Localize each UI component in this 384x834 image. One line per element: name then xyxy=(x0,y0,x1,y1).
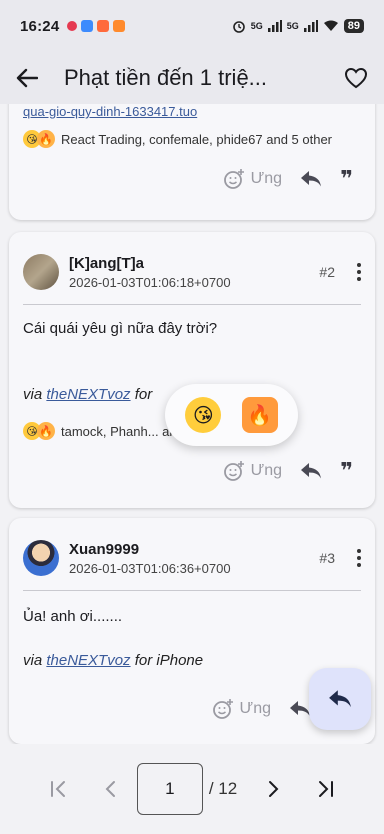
post-card: qua-gio-quy-dinh-1633417.tuo 😘 🔥 React T… xyxy=(9,104,375,220)
app-notification-icon xyxy=(113,20,126,32)
first-page-icon[interactable] xyxy=(33,763,85,815)
username[interactable]: Xuan9999 xyxy=(69,541,231,558)
wifi-icon xyxy=(323,20,338,31)
fire-emoji-icon: 🔥 xyxy=(37,422,55,440)
reactors-text: React Trading, confemale, phide67 and 5 … xyxy=(61,131,333,147)
battery-level: 89 xyxy=(343,19,364,33)
page-number-input[interactable] xyxy=(136,763,203,815)
reply-icon[interactable] xyxy=(289,700,311,718)
last-page-icon[interactable] xyxy=(299,763,351,815)
pagination-bar: / 12 xyxy=(0,744,384,834)
signal-icon xyxy=(267,20,282,32)
username[interactable]: [K]ang[T]a xyxy=(69,255,231,272)
network-5g-label: 5G xyxy=(286,21,299,31)
post-number[interactable]: #3 xyxy=(319,550,335,566)
reply-icon[interactable] xyxy=(300,170,322,188)
reaction-icons: 😘 🔥 xyxy=(23,422,55,440)
app-notification-icon xyxy=(81,20,94,32)
thread-title: Phạt tiền đến 1 triệ... xyxy=(64,65,268,90)
signal-icon xyxy=(303,20,318,32)
previous-page-icon[interactable] xyxy=(85,763,137,815)
status-bar: 16:24 5G 5G 89 xyxy=(0,0,384,52)
post-header: [K]ang[T]a 2026-01-03T01:06:18+0700 #2 xyxy=(23,252,361,292)
via-prefix: via xyxy=(23,652,43,669)
reaction-picker: 😘 🔥 xyxy=(165,384,298,446)
via-app-link[interactable]: theNEXTvoz xyxy=(46,652,130,669)
avatar[interactable] xyxy=(23,254,59,290)
reaction-summary[interactable]: 😘 🔥 React Trading, confemale, phide67 an… xyxy=(23,130,361,148)
via-suffix: for xyxy=(134,386,153,403)
via-signature: via theNEXTvoz for iPhone xyxy=(23,652,203,669)
fire-emoji-icon[interactable]: 🔥 xyxy=(241,397,278,433)
via-app-link[interactable]: theNEXTvoz xyxy=(46,386,130,403)
back-arrow-icon[interactable] xyxy=(16,68,38,88)
via-prefix: via xyxy=(23,386,43,403)
alarm-icon xyxy=(232,21,245,33)
quote-icon[interactable]: ❞ xyxy=(340,460,353,482)
record-icon xyxy=(67,21,78,31)
reaction-icons: 😘 🔥 xyxy=(23,130,55,148)
like-label: Ưng xyxy=(250,462,283,479)
post-body: Ủa! anh ơi....... xyxy=(23,608,123,625)
divider xyxy=(23,590,361,591)
more-options-icon[interactable] xyxy=(357,549,361,567)
next-page-icon[interactable] xyxy=(247,763,299,815)
app-bar: Phạt tiền đến 1 triệ... xyxy=(0,52,384,104)
via-signature: via theNEXTvoz for xyxy=(23,386,152,403)
post-body: Cái quái yêu gì nữa đây trời? xyxy=(23,320,218,337)
via-suffix: for iPhone xyxy=(134,652,204,669)
divider xyxy=(23,304,361,305)
status-right: 5G 5G 89 xyxy=(232,19,364,33)
post-number[interactable]: #2 xyxy=(319,264,335,280)
post-link[interactable]: qua-gio-quy-dinh-1633417.tuo xyxy=(23,104,197,119)
reply-icon[interactable] xyxy=(300,462,322,480)
post-meta: [K]ang[T]a 2026-01-03T01:06:18+0700 xyxy=(69,255,231,290)
post-actions: Ưng ❞ xyxy=(223,168,353,190)
post-actions: Ưng xyxy=(212,698,311,720)
fire-emoji-icon: 🔥 xyxy=(37,130,55,148)
post-header: Xuan9999 2026-01-03T01:06:36+0700 #3 xyxy=(23,538,361,578)
kiss-emoji-icon[interactable]: 😘 xyxy=(185,397,222,433)
more-options-icon[interactable] xyxy=(357,263,361,281)
post-timestamp: 2026-01-03T01:06:18+0700 xyxy=(69,274,231,290)
avatar[interactable] xyxy=(23,540,59,576)
like-label: Ưng xyxy=(250,170,283,187)
app-notification-icon xyxy=(97,20,110,32)
reply-fab-button[interactable] xyxy=(309,668,371,730)
post-actions: Ưng ❞ xyxy=(223,460,353,482)
like-label: Ưng xyxy=(239,700,271,717)
smile-add-icon xyxy=(223,169,244,189)
page-total: / 12 xyxy=(208,779,238,798)
smile-add-icon xyxy=(212,699,233,719)
network-5g-label: 5G xyxy=(250,21,263,31)
post-card: [K]ang[T]a 2026-01-03T01:06:18+0700 #2 C… xyxy=(9,232,375,508)
smile-add-icon xyxy=(223,461,244,481)
like-button[interactable]: Ưng xyxy=(223,460,282,482)
quote-icon[interactable]: ❞ xyxy=(340,168,353,190)
post-meta: Xuan9999 2026-01-03T01:06:36+0700 xyxy=(69,541,231,576)
status-time: 16:24 xyxy=(20,17,60,35)
reply-icon xyxy=(329,690,351,708)
post-timestamp: 2026-01-03T01:06:36+0700 xyxy=(69,560,231,576)
like-button[interactable]: Ưng xyxy=(223,168,282,190)
heart-icon[interactable] xyxy=(344,67,368,89)
notification-icons xyxy=(67,20,126,32)
like-button[interactable]: Ưng xyxy=(212,698,271,720)
